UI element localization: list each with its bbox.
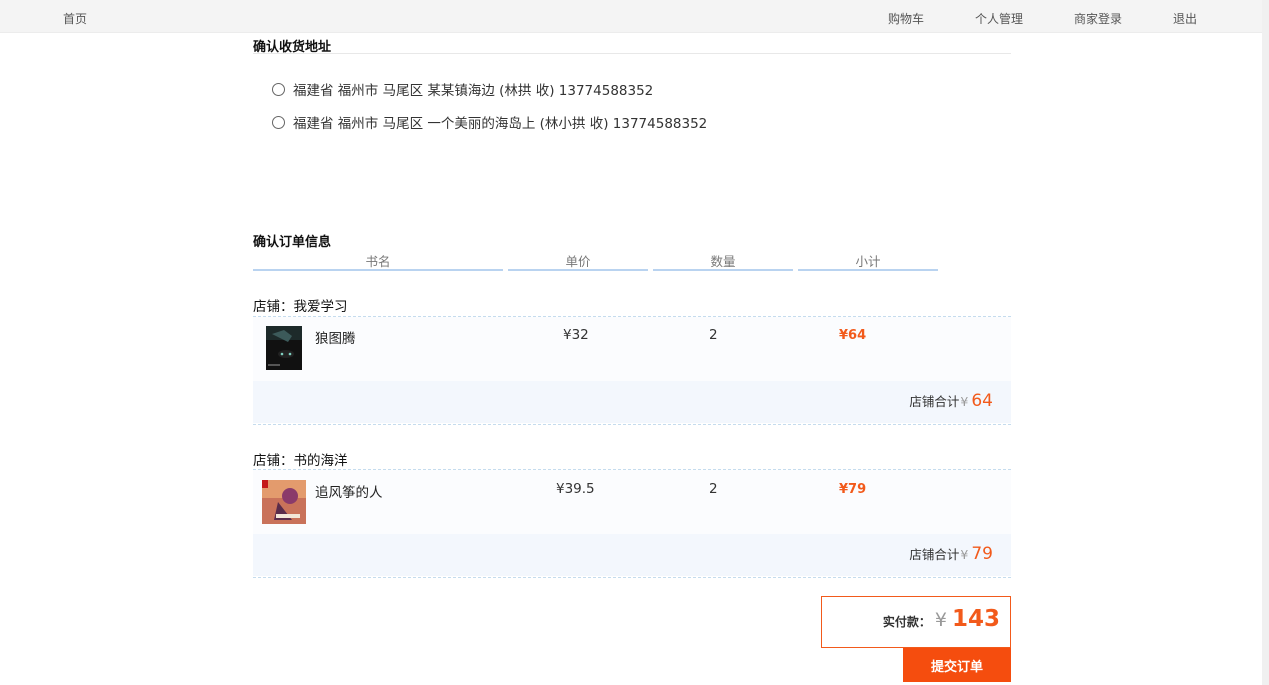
shop-total-label: 店铺合计	[909, 394, 960, 409]
column-header-price: 单价	[508, 251, 648, 271]
column-header-subtotal: 小计	[798, 251, 938, 271]
shop-total-value: 64	[971, 391, 993, 411]
unit-price: ¥32	[563, 327, 589, 343]
currency-symbol: ¥	[960, 547, 969, 562]
scrollbar-gutter[interactable]	[1262, 0, 1269, 685]
shop-name: 店铺：书的海洋	[253, 453, 348, 469]
row-divider	[253, 424, 1011, 425]
book-cover-image[interactable]	[262, 480, 306, 524]
row-divider	[253, 577, 1011, 578]
address-text: 福建省 福州市 马尾区 一个美丽的海岛上 (林小拱 收) 13774588352	[293, 116, 708, 132]
book-cover-image[interactable]	[262, 326, 306, 370]
book-title-link[interactable]: 追风筝的人	[315, 481, 383, 501]
shop-name: 店铺：我爱学习	[253, 299, 348, 315]
shop-total-label: 店铺合计	[909, 547, 960, 562]
order-item-row	[253, 317, 1011, 381]
nav-merchant-login-link[interactable]: 商家登录	[1074, 10, 1122, 27]
submit-order-button[interactable]: 提交订单	[903, 648, 1011, 682]
order-section-title: 确认订单信息	[253, 235, 332, 250]
nav-cart-link[interactable]: 购物车	[888, 10, 924, 27]
payment-total-box: 实付款： ¥ 143	[821, 596, 1011, 648]
column-header-quantity: 数量	[653, 251, 793, 271]
nav-account-link[interactable]: 个人管理	[975, 10, 1023, 27]
shop-total-bar: 店铺合计 ¥ 64	[253, 381, 1011, 423]
top-nav-bar: 首页 购物车 个人管理 商家登录 退出	[0, 0, 1262, 33]
address-text: 福建省 福州市 马尾区 某某镇海边 (林拱 收) 13774588352	[293, 83, 654, 99]
order-item-row	[253, 470, 1011, 534]
payment-label: 实付款：	[882, 615, 931, 629]
column-header-title: 书名	[253, 251, 503, 271]
payment-amount: 143	[951, 606, 1000, 632]
item-subtotal: ¥64	[839, 328, 867, 343]
nav-logout-link[interactable]: 退出	[1173, 10, 1197, 27]
quantity: 2	[709, 327, 718, 343]
address-option[interactable]: 福建省 福州市 马尾区 一个美丽的海岛上 (林小拱 收) 13774588352	[272, 112, 707, 132]
nav-home-link[interactable]: 首页	[63, 10, 87, 27]
shop-total-bar: 店铺合计 ¥ 79	[253, 534, 1011, 576]
currency-symbol: ¥	[960, 394, 969, 409]
address-radio[interactable]	[272, 115, 285, 129]
currency-symbol: ¥	[934, 609, 947, 631]
address-radio[interactable]	[272, 82, 285, 96]
address-option[interactable]: 福建省 福州市 马尾区 某某镇海边 (林拱 收) 13774588352	[272, 79, 653, 99]
item-subtotal: ¥79	[839, 482, 867, 497]
book-title-link[interactable]: 狼图腾	[315, 327, 356, 347]
quantity: 2	[709, 481, 718, 497]
unit-price: ¥39.5	[556, 481, 595, 497]
address-title-divider	[253, 53, 1011, 54]
shop-total-value: 79	[971, 544, 993, 564]
